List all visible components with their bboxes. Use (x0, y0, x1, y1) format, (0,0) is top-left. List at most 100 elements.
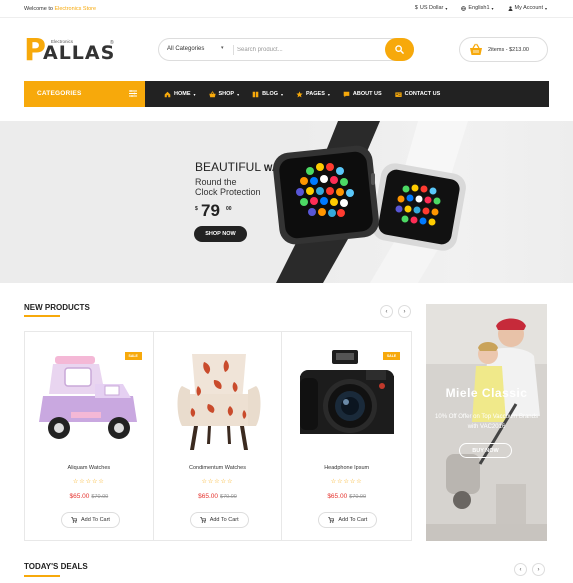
add-to-cart-button[interactable]: Add To Cart (318, 512, 378, 528)
cart-icon (199, 517, 206, 523)
search-divider (233, 45, 234, 55)
old-price: $70.00 (349, 494, 367, 500)
todays-deals-prev-button[interactable]: ‹ (514, 563, 527, 576)
star-icon (296, 90, 303, 98)
globe-icon (461, 5, 467, 11)
home-icon (164, 91, 171, 98)
sale-badge: SALE (124, 352, 142, 360)
hero-currency: $ (195, 206, 198, 212)
chevron-left-icon: ‹ (385, 308, 388, 315)
account-label: My Account (514, 5, 543, 11)
cart-icon (71, 517, 78, 523)
menu-toggle-icon (129, 90, 137, 97)
buy-now-button[interactable]: BUY NOW (459, 443, 512, 458)
chevron-down-icon: ▾ (281, 91, 284, 97)
new-products-heading: NEW PRODUCTS (24, 303, 90, 312)
hero-banner: BEAUTIFUL WATCH Round the Clock Protecti… (0, 121, 573, 283)
product-price: $65.00 $70.00 (282, 493, 411, 500)
chevron-right-icon: › (537, 566, 540, 573)
cart-icon (328, 517, 335, 523)
nav-item-label: HOME (174, 91, 191, 97)
chat-icon (343, 91, 350, 98)
product-price: $65.00 $70.00 (154, 493, 282, 500)
nav-item-label: ABOUT US (352, 91, 382, 97)
language-selector[interactable]: English1 ▾ (461, 5, 494, 11)
heading-underline (24, 315, 60, 317)
smartwatch-image (273, 121, 468, 283)
categories-label: CATEGORIES (37, 90, 82, 97)
dollar-icon: $ (414, 5, 418, 11)
mini-cart[interactable]: 2items - $213.00 (459, 37, 548, 62)
chevron-down-icon: ▾ (221, 45, 224, 51)
site-logo[interactable]: P Electronics ALLAS ® (24, 36, 119, 66)
product-card[interactable]: SALE Aliquam Watches ☆☆☆☆☆ $65.00 $70.00 … (25, 332, 154, 540)
main-navbar: CATEGORIES HOME ▾ SHOP ▾ BLOG ▾ PAGES ▾ … (24, 81, 549, 107)
chevron-down-icon: ▾ (544, 5, 547, 11)
product-name[interactable]: Condimentum Watches (154, 465, 282, 471)
user-icon (508, 5, 513, 11)
old-price: $70.00 (220, 494, 237, 500)
basket-icon (208, 90, 216, 98)
todays-deals-next-button[interactable]: › (532, 563, 545, 576)
cart-summary: 2items - $213.00 (488, 47, 529, 53)
star-rating-icon: ☆☆☆☆☆ (72, 479, 105, 485)
add-to-cart-button[interactable]: Add To Cart (61, 512, 120, 528)
nav-item-about-us[interactable]: ABOUT US (343, 91, 382, 98)
welcome-prefix: Welcome to (24, 6, 55, 12)
product-card[interactable]: Condimentum Watches ☆☆☆☆☆ $65.00 $70.00 A… (154, 332, 283, 540)
chevron-left-icon: ‹ (519, 566, 522, 573)
promo-banner[interactable]: Miele Classic 10% Off Offer on Top Vaccu… (426, 304, 547, 541)
chevron-down-icon: ▾ (237, 91, 240, 97)
add-to-cart-button[interactable]: Add To Cart (189, 512, 249, 528)
hero-subtitle-line2: Clock Protection (195, 187, 261, 197)
nav-item-blog[interactable]: BLOG ▾ (252, 91, 283, 98)
search-button[interactable] (385, 38, 414, 61)
promo-description: 10% Off Offer on Top Vaccuum Brands with… (435, 414, 538, 430)
product-name[interactable]: Aliquam Watches (25, 465, 153, 471)
star-rating-icon: ☆☆☆☆☆ (330, 479, 363, 485)
chevron-down-icon: ▾ (445, 5, 448, 11)
store-name-link[interactable]: Electronics Store (54, 6, 96, 12)
heading-underline (24, 575, 60, 577)
nav-item-contact-us[interactable]: CONTACT US (394, 91, 441, 98)
registered-mark: ® (110, 40, 114, 46)
add-to-cart-label: Add To Cart (81, 517, 110, 523)
chevron-right-icon: › (403, 308, 406, 315)
shop-now-button[interactable]: SHOP NOW (194, 226, 247, 242)
chevron-down-icon: ▾ (193, 91, 196, 97)
new-products-prev-button[interactable]: ‹ (380, 305, 393, 318)
currency-selector[interactable]: $ US Dollar ▾ (415, 5, 448, 11)
logo-wordmark: ALLAS (43, 42, 116, 64)
product-price: $65.00 $70.00 (25, 493, 153, 500)
hero-title-big: BEAUTIFUL (195, 160, 261, 174)
nav-item-home[interactable]: HOME ▾ (164, 91, 196, 98)
product-name[interactable]: Headphone Ipsum (282, 465, 411, 471)
nav-item-label: SHOP (218, 91, 235, 97)
category-select[interactable]: All Categories (167, 46, 204, 52)
search-input[interactable] (237, 44, 377, 56)
hero-price-cents: 00 (226, 206, 232, 212)
add-to-cart-label: Add To Cart (209, 517, 239, 523)
top-bar: Welcome to Electronics Store $ US Dollar… (0, 0, 573, 18)
account-menu[interactable]: My Account ▾ (508, 5, 547, 11)
language-label: English1 (468, 5, 490, 11)
current-price: $65.00 (198, 493, 219, 500)
nav-item-label: PAGES (306, 91, 325, 97)
contact-card-icon (394, 91, 402, 98)
new-products-next-button[interactable]: › (398, 305, 411, 318)
categories-button[interactable]: CATEGORIES (24, 81, 145, 107)
nav-menu: HOME ▾ SHOP ▾ BLOG ▾ PAGES ▾ ABOUT US CO… (164, 81, 453, 107)
sale-badge: SALE (383, 352, 400, 360)
nav-item-shop[interactable]: SHOP ▾ (208, 90, 240, 98)
welcome-message: Welcome to Electronics Store (24, 6, 96, 12)
chevron-down-icon: ▾ (491, 5, 494, 11)
nav-item-label: CONTACT US (404, 91, 441, 97)
book-icon (252, 91, 259, 98)
product-image-armchair (177, 354, 261, 450)
product-card[interactable]: SALE Headphone Ipsum ☆☆☆☆☆ $65.00 $70.00 … (282, 332, 411, 540)
star-rating-icon: ☆☆☆☆☆ (201, 479, 234, 485)
current-price: $65.00 (327, 493, 348, 500)
nav-item-pages[interactable]: PAGES ▾ (296, 90, 330, 98)
nav-item-label: BLOG (262, 91, 279, 97)
add-to-cart-label: Add To Cart (338, 517, 368, 523)
